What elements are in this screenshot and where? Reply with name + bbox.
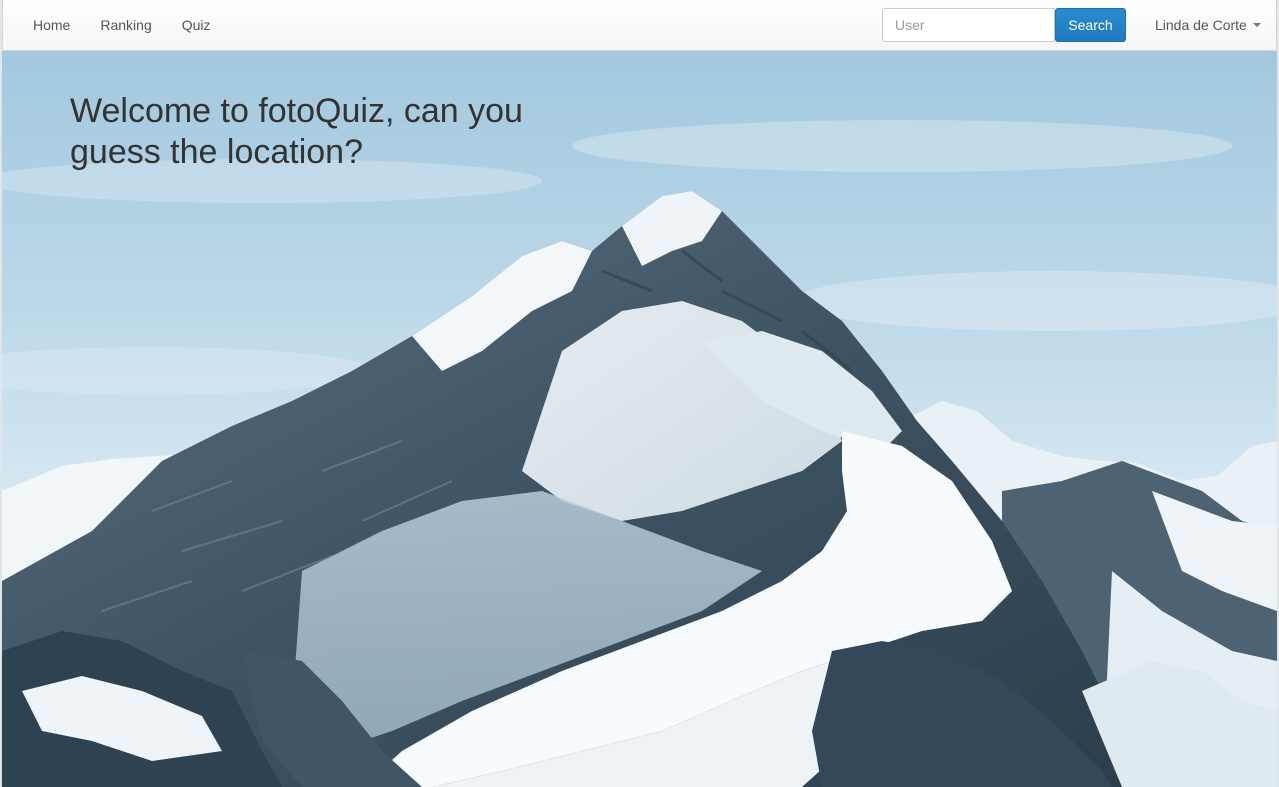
nav-link-home[interactable]: Home xyxy=(3,0,85,50)
user-search-form: Search xyxy=(882,8,1126,42)
caret-down-icon xyxy=(1252,23,1261,27)
nav-links: Home Ranking Quiz xyxy=(3,0,226,50)
user-name: Linda de Corte xyxy=(1155,17,1247,33)
top-navbar: Home Ranking Quiz Search Linda de Corte xyxy=(2,0,1277,51)
page: Home Ranking Quiz Search Linda de Corte xyxy=(0,0,1279,787)
welcome-heading: Welcome to fotoQuiz, can you guess the l… xyxy=(70,92,523,171)
nav-link-ranking[interactable]: Ranking xyxy=(85,0,166,50)
user-search-input[interactable] xyxy=(882,8,1055,42)
user-menu-dropdown[interactable]: Linda de Corte xyxy=(1155,0,1261,50)
search-button[interactable]: Search xyxy=(1055,8,1126,42)
nav-link-quiz[interactable]: Quiz xyxy=(167,0,226,50)
hero-banner: Welcome to fotoQuiz, can you guess the l… xyxy=(2,51,1277,787)
